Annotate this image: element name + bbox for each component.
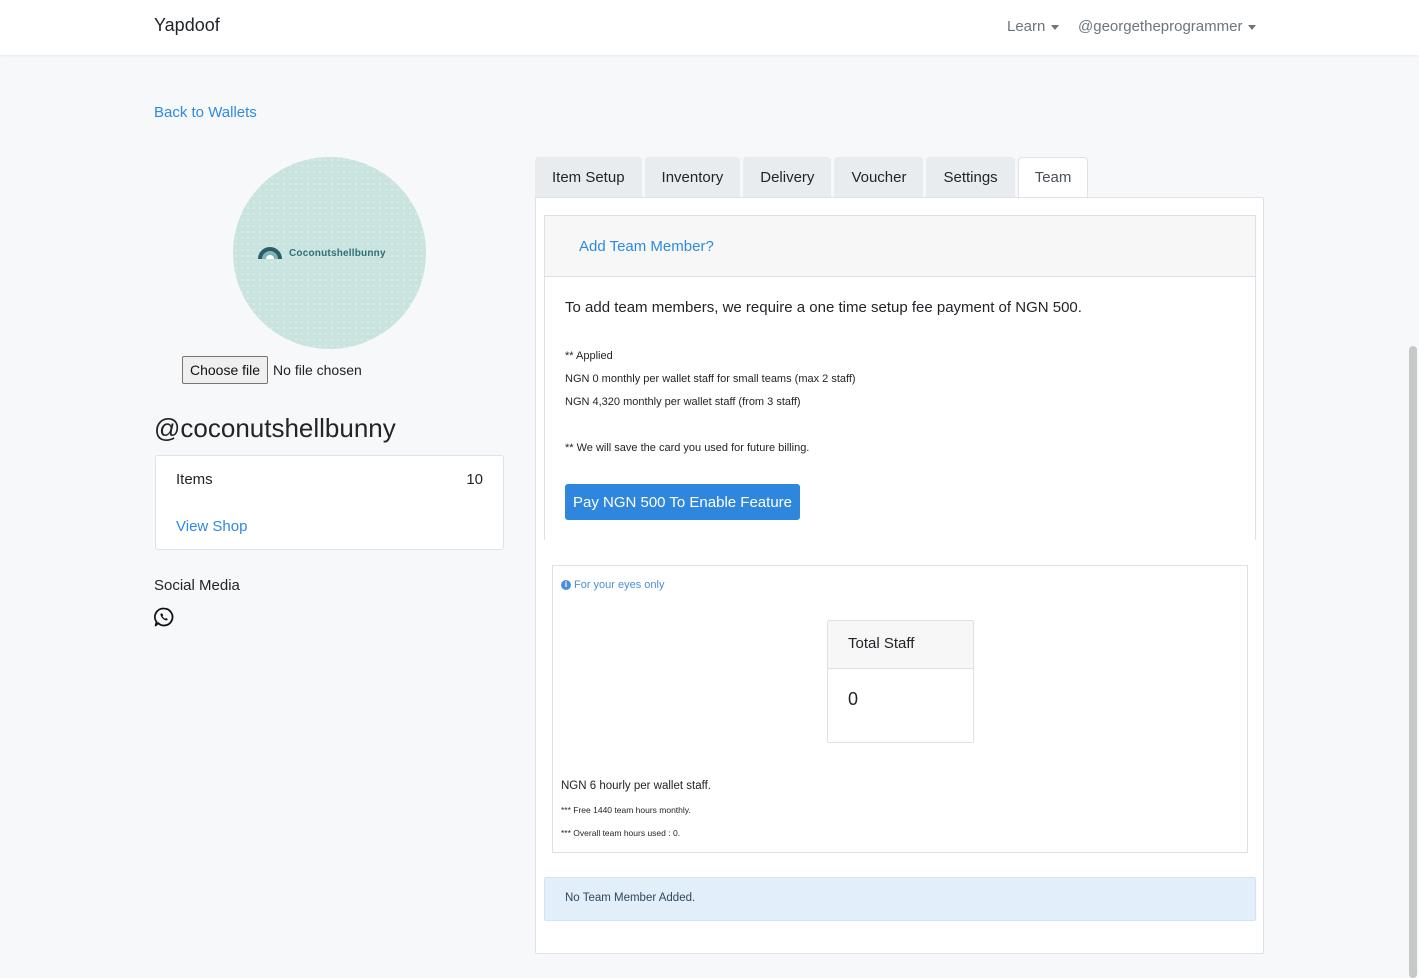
social-media-title: Social Media [154,577,240,594]
logo-text: Coconutshellbunny [289,247,386,259]
small-teams-pricing: NGN 0 monthly per wallet staff for small… [565,373,856,385]
pay-enable-feature-button[interactable]: Pay NGN 500 To Enable Feature [565,484,800,520]
team-tab-panel: Add Team Member? To add team members, we… [535,197,1264,954]
back-to-wallets-link[interactable]: Back to Wallets [154,104,257,121]
tab-inventory[interactable]: Inventory [644,157,741,198]
choose-file-button[interactable]: Choose file [182,356,269,384]
user-label: @georgetheprogrammer [1078,18,1243,35]
card-billing-note: ** We will save the card you used for fu… [565,442,810,454]
shop-logo: Coconutshellbunny [257,246,386,260]
tab-team[interactable]: Team [1017,157,1089,198]
free-hours-text: *** Free 1440 team hours monthly. [561,805,691,815]
tab-voucher[interactable]: Voucher [834,157,924,198]
total-staff-card: Total Staff 0 [827,620,974,743]
add-team-member-link[interactable]: Add Team Member? [579,238,714,255]
items-label: Items [176,471,213,488]
brand-logo[interactable]: Yapdoof [154,15,220,36]
top-navbar: Yapdoof Learn @georgetheprogrammer [0,0,1419,55]
tab-settings[interactable]: Settings [926,157,1015,198]
info-icon: i [561,580,571,590]
setup-fee-text: To add team members, we require a one ti… [565,299,1082,316]
no-team-member-alert: No Team Member Added. [544,877,1256,921]
private-note: i For your eyes only [561,579,664,591]
user-dropdown[interactable]: @georgetheprogrammer [1078,18,1257,35]
file-upload: Choose file No file chosen [182,356,362,384]
shop-tabs: Item Setup Inventory Delivery Voucher Se… [535,157,1091,198]
view-shop-link[interactable]: View Shop [176,518,247,535]
total-staff-value: 0 [848,689,859,709]
caret-down-icon [1051,24,1060,30]
total-staff-label: Total Staff [828,621,973,669]
caret-down-icon [1248,24,1257,30]
learn-dropdown[interactable]: Learn [1007,18,1060,35]
items-count: 10 [466,471,483,488]
applied-label: ** Applied [565,350,613,362]
shop-name: @coconutshellbunny [154,413,396,443]
tab-item-setup[interactable]: Item Setup [535,157,642,198]
private-stats-box: i For your eyes only Total Staff 0 NGN 6… [552,565,1248,853]
hourly-rate-text: NGN 6 hourly per wallet staff. [561,780,711,792]
whatsapp-icon[interactable] [154,607,174,627]
team-panel-header: Add Team Member? [544,215,1256,277]
private-note-text: For your eyes only [574,579,665,591]
large-teams-pricing: NGN 4,320 monthly per wallet staff (from… [565,396,801,408]
learn-label: Learn [1007,18,1046,35]
shop-info-card: Items 10 View Shop [155,455,504,550]
shop-avatar[interactable]: Coconutshellbunny [233,157,426,349]
coconut-shell-icon [258,247,282,259]
tab-delivery[interactable]: Delivery [743,157,832,198]
file-status: No file chosen [273,362,362,378]
page-scrollbar[interactable] [1409,346,1417,978]
panel-border-left [544,277,545,540]
used-hours-text: *** Overall team hours used : 0. [561,828,681,838]
panel-border-right [1255,277,1256,540]
